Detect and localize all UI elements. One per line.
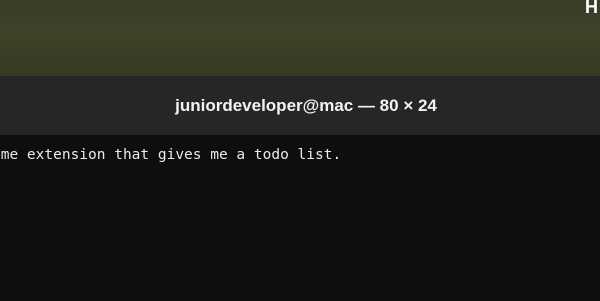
desktop-corner-text: H <box>585 0 598 17</box>
terminal-output-area[interactable]: ome extension that gives me a todo list. <box>0 135 600 301</box>
desktop-background: H <box>0 0 600 76</box>
window-title: juniordeveloper@mac — 80 × 24 <box>175 95 437 115</box>
screen: H juniordeveloper@mac — 80 × 24 ome exte… <box>0 0 600 301</box>
terminal-line: ome extension that gives me a todo list. <box>0 147 342 163</box>
terminal-titlebar[interactable]: juniordeveloper@mac — 80 × 24 <box>0 76 600 135</box>
